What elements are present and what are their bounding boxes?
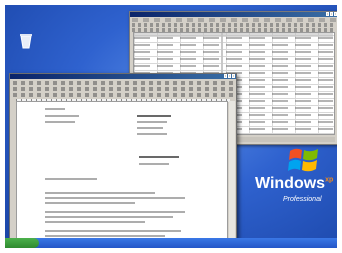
close-icon[interactable] xyxy=(232,74,235,78)
text-line xyxy=(137,121,167,123)
desktop-screenshot: Windowsxp Professional xyxy=(5,5,337,248)
text-line xyxy=(45,211,185,213)
windows-flag-icon xyxy=(288,148,318,172)
text-line xyxy=(45,230,181,232)
text-line xyxy=(137,133,167,135)
word-menubar[interactable] xyxy=(13,81,233,85)
text-line xyxy=(45,235,165,237)
document-page[interactable] xyxy=(16,101,228,248)
spreadsheet-toolbar[interactable] xyxy=(132,23,336,27)
word-formatting-toolbar[interactable] xyxy=(13,93,233,97)
maximize-icon[interactable] xyxy=(330,12,333,16)
start-button[interactable] xyxy=(5,238,39,248)
text-line xyxy=(45,197,185,199)
word-toolbar[interactable] xyxy=(13,87,233,91)
windows-wordmark: Windowsxp xyxy=(255,175,334,192)
maximize-icon[interactable] xyxy=(228,74,231,78)
windows-xp-logo: Windowsxp Professional xyxy=(253,145,335,209)
text-line xyxy=(139,156,179,158)
taskbar[interactable] xyxy=(5,238,337,248)
text-line xyxy=(137,127,163,129)
minimize-icon[interactable] xyxy=(224,74,227,78)
text-line xyxy=(45,221,145,223)
text-line xyxy=(137,115,171,117)
recycle-bin-icon[interactable] xyxy=(15,31,37,51)
text-line xyxy=(45,202,135,204)
text-line xyxy=(45,108,65,110)
text-line xyxy=(45,192,155,194)
text-line xyxy=(45,121,75,123)
close-icon[interactable] xyxy=(334,12,337,16)
spreadsheet-titlebar[interactable] xyxy=(130,12,337,17)
spreadsheet-menubar[interactable] xyxy=(132,18,336,22)
text-line xyxy=(45,115,79,117)
text-line xyxy=(45,216,173,218)
windows-edition: Professional xyxy=(283,196,322,203)
word-titlebar[interactable] xyxy=(10,74,236,79)
vertical-scrollbar[interactable] xyxy=(229,101,235,247)
word-processor-window[interactable] xyxy=(9,73,237,248)
text-line xyxy=(45,178,97,180)
text-line xyxy=(139,163,169,165)
minimize-icon[interactable] xyxy=(326,12,329,16)
